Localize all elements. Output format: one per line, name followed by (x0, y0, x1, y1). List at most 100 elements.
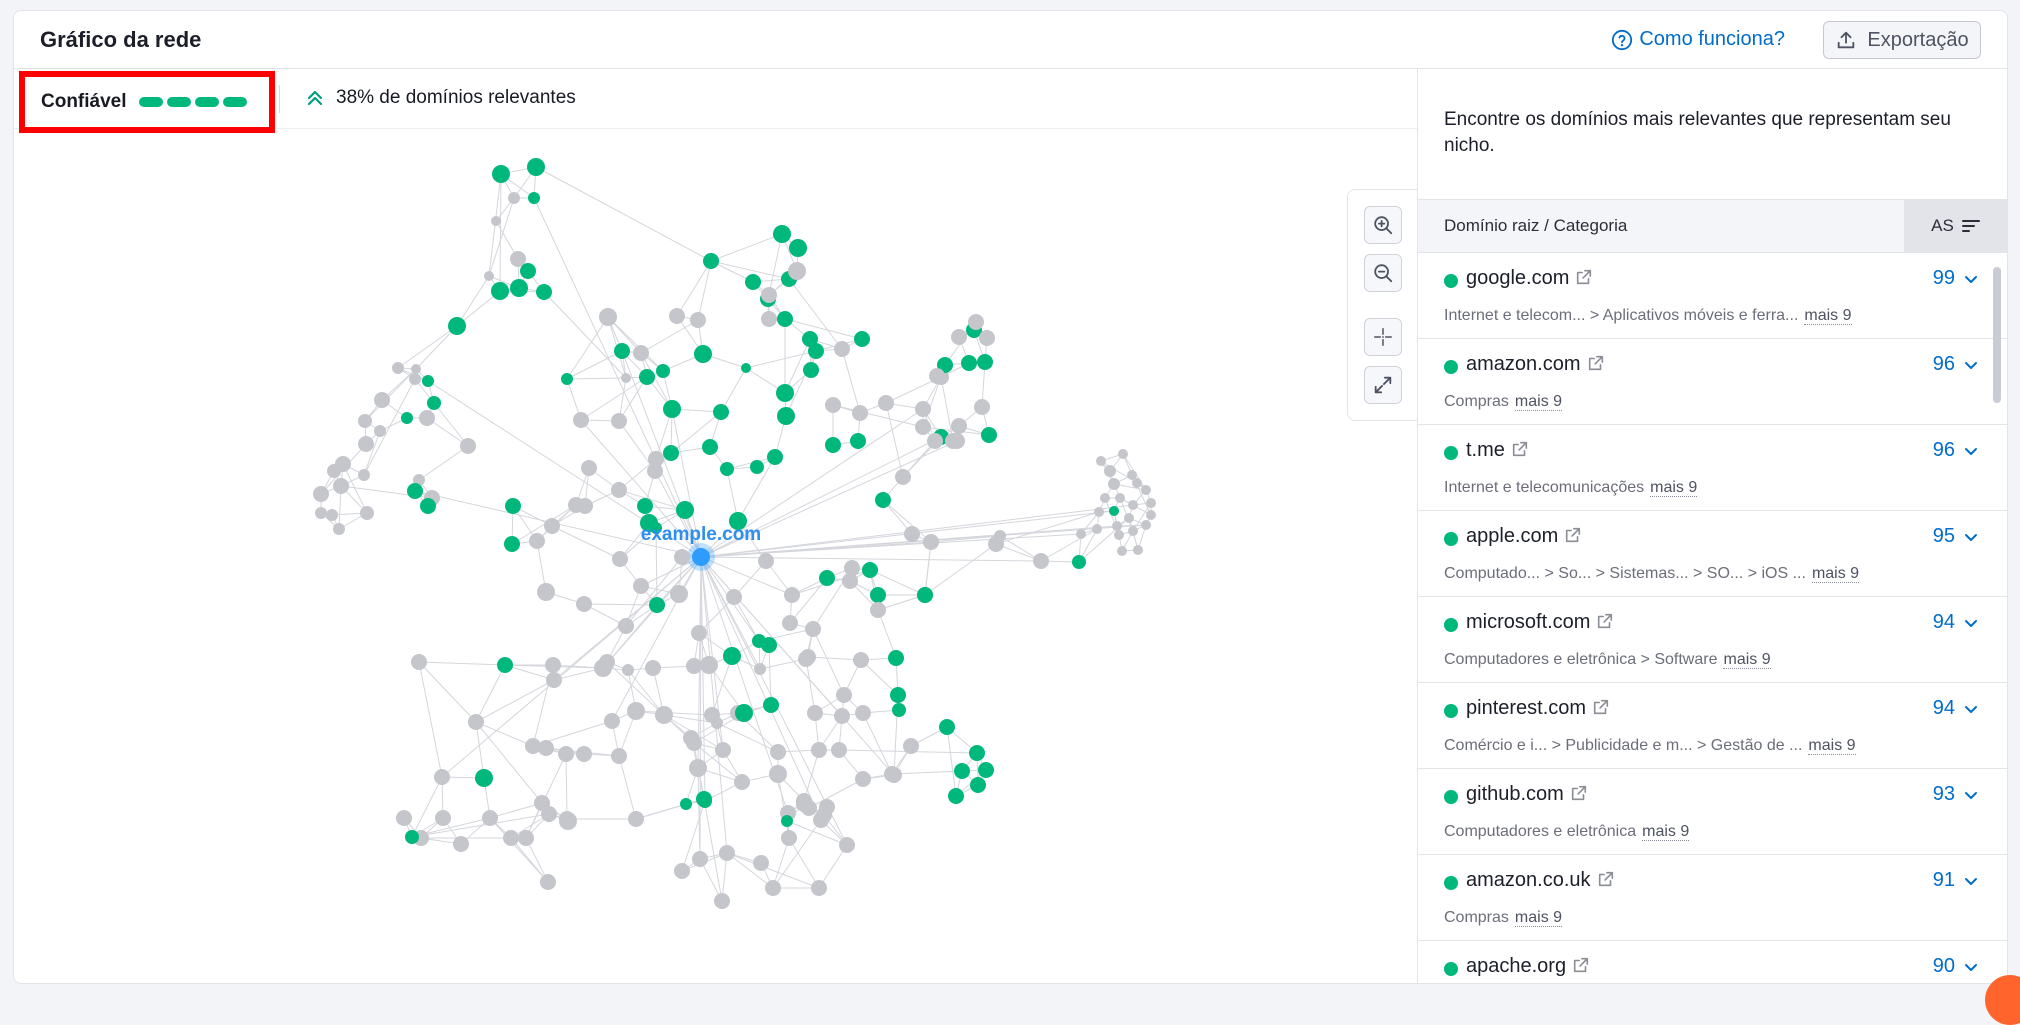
authority-score[interactable]: 94 (1933, 697, 1979, 720)
authority-score[interactable]: 96 (1933, 353, 1979, 376)
relevant-domain-node[interactable] (497, 657, 513, 673)
domain-node[interactable] (903, 738, 919, 754)
relevant-domain-node[interactable] (420, 498, 436, 514)
center-graph-button[interactable] (1364, 318, 1402, 356)
relevant-domain-node[interactable] (781, 815, 793, 827)
domain-node[interactable] (1115, 493, 1125, 503)
external-link-icon[interactable] (1564, 526, 1582, 544)
domain-node[interactable] (994, 530, 1006, 542)
domain-name[interactable]: google.com (1466, 267, 1593, 290)
relevant-domain-node[interactable] (448, 317, 466, 335)
table-row[interactable]: github.com Computadores e eletrônica mais … (1418, 769, 2007, 855)
domain-node[interactable] (819, 799, 835, 815)
relevant-domain-node[interactable] (694, 345, 712, 363)
relevant-domain-node[interactable] (777, 407, 795, 425)
relevant-domain-node[interactable] (750, 460, 764, 474)
relevant-domain-node[interactable] (870, 587, 886, 603)
external-link-icon[interactable] (1511, 440, 1529, 458)
authority-score[interactable]: 90 (1933, 955, 1979, 978)
domain-node[interactable] (518, 830, 534, 846)
relevant-domain-node[interactable] (803, 362, 819, 378)
domain-node[interactable] (396, 810, 412, 826)
domain-node[interactable] (923, 534, 939, 550)
network-graph[interactable]: example.com (14, 129, 1417, 983)
domain-node[interactable] (878, 395, 894, 411)
relevant-domain-node[interactable] (948, 788, 964, 804)
domain-node[interactable] (360, 506, 374, 520)
relevant-domain-node[interactable] (676, 501, 694, 519)
domain-node[interactable] (1141, 520, 1151, 530)
relevant-domain-node[interactable] (981, 427, 997, 443)
external-link-icon[interactable] (1572, 956, 1590, 974)
how-it-works-link[interactable]: Como funciona? (1611, 28, 1785, 51)
domain-node[interactable] (577, 498, 593, 514)
domain-node[interactable] (853, 652, 869, 668)
relevant-domain-node[interactable] (969, 745, 985, 761)
relevant-domain-node[interactable] (890, 687, 906, 703)
domain-node[interactable] (1133, 545, 1143, 555)
domain-name[interactable]: t.me (1466, 439, 1529, 462)
relevant-domain-node[interactable] (663, 400, 681, 418)
domain-node[interactable] (1108, 478, 1120, 490)
domain-name[interactable]: amazon.com (1466, 353, 1605, 376)
more-categories-link[interactable]: mais 9 (1514, 909, 1563, 927)
domain-node[interactable] (358, 414, 372, 428)
external-link-icon[interactable] (1596, 612, 1614, 630)
domain-node[interactable] (622, 664, 634, 676)
domain-node[interactable] (788, 262, 806, 280)
domain-node[interactable] (734, 774, 750, 790)
domain-node[interactable] (807, 705, 823, 721)
domain-node[interactable] (576, 596, 592, 612)
external-link-icon[interactable] (1587, 354, 1605, 372)
chat-bubble-button[interactable] (1985, 975, 2020, 1025)
domain-node[interactable] (392, 362, 404, 374)
scrollbar[interactable] (1993, 267, 2001, 403)
relevant-domain-node[interactable] (561, 373, 573, 385)
export-button[interactable]: Exportação (1823, 21, 1981, 59)
relevant-domain-node[interactable] (492, 165, 510, 183)
domain-node[interactable] (711, 717, 723, 729)
relevant-domain-node[interactable] (850, 433, 866, 449)
domain-node[interactable] (949, 433, 965, 449)
domain-node[interactable] (1114, 530, 1124, 540)
relevant-domain-node[interactable] (862, 562, 878, 578)
authority-score[interactable]: 91 (1933, 869, 1979, 892)
domain-node[interactable] (834, 708, 850, 724)
domain-node[interactable] (691, 625, 707, 641)
relevant-domain-node[interactable] (875, 492, 891, 508)
relevant-domain-node[interactable] (939, 719, 955, 735)
relevant-domain-node[interactable] (777, 311, 793, 327)
domain-node[interactable] (714, 893, 730, 909)
domain-node[interactable] (886, 767, 902, 783)
relevant-domain-node[interactable] (703, 253, 719, 269)
domain-node[interactable] (839, 837, 855, 853)
domain-node[interactable] (831, 742, 847, 758)
relevant-domain-node[interactable] (917, 587, 933, 603)
more-categories-link[interactable]: mais 9 (1650, 479, 1698, 497)
zoom-in-button[interactable] (1364, 206, 1402, 244)
domain-node[interactable] (904, 526, 920, 542)
domain-node[interactable] (670, 585, 688, 603)
domain-node[interactable] (979, 330, 995, 346)
relevant-domain-node[interactable] (427, 396, 441, 410)
table-row[interactable]: pinterest.com Comércio e i... > Publicida… (1418, 683, 2007, 769)
authority-score[interactable]: 93 (1933, 783, 1979, 806)
relevant-domain-node[interactable] (773, 225, 791, 243)
domain-node[interactable] (1100, 493, 1110, 503)
relevant-domain-node[interactable] (656, 364, 670, 378)
domain-node[interactable] (844, 560, 860, 576)
relevant-domain-node[interactable] (978, 762, 994, 778)
relevant-domain-node[interactable] (401, 412, 413, 424)
relevant-domain-node[interactable] (789, 239, 807, 257)
fullscreen-button[interactable] (1364, 366, 1402, 404)
domain-node[interactable] (1146, 498, 1156, 508)
more-categories-link[interactable]: mais 9 (1811, 565, 1860, 583)
domain-node[interactable] (692, 851, 708, 867)
relevant-domain-node[interactable] (407, 483, 423, 499)
relevant-domain-node[interactable] (680, 798, 692, 810)
domain-node[interactable] (618, 618, 634, 634)
domain-node[interactable] (836, 687, 852, 703)
domain-node[interactable] (409, 373, 421, 385)
domain-node[interactable] (1128, 526, 1138, 536)
authority-score[interactable]: 94 (1933, 611, 1979, 634)
